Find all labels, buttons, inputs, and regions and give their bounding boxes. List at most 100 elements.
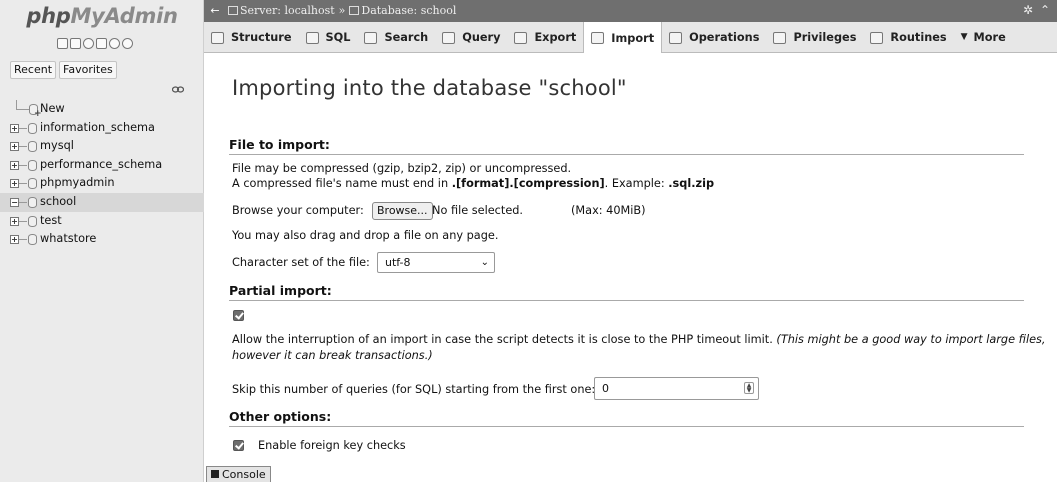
skip-queries-input[interactable]: 0 ▲ ▼	[594, 377, 759, 400]
database-icon	[28, 178, 37, 190]
compression-note: File may be compressed (gzip, bzip2, zip…	[232, 162, 572, 175]
allow-interrupt-text: Allow the interruption of an import in c…	[232, 333, 1046, 346]
expand-icon[interactable]: +	[10, 179, 19, 189]
tree-item-database[interactable]: + information_schema	[8, 119, 204, 138]
tab-import[interactable]: Import	[583, 22, 663, 54]
browse-button[interactable]: Browse...	[372, 202, 433, 220]
navigation-sidebar: phpMyAdmin Recent Favorites + New + infor…	[0, 0, 204, 482]
other-options-heading: Other options:	[229, 409, 1024, 427]
tree-item-label[interactable]: school	[40, 195, 76, 208]
tree-item-database[interactable]: + whatstore	[8, 230, 204, 249]
recent-favorites-tabs: Recent Favorites	[10, 61, 117, 79]
tab-label: SQL	[325, 31, 351, 44]
allow-interrupt-label: Allow the interruption of an import in c…	[232, 333, 777, 346]
tab-operations[interactable]: Operations	[662, 22, 766, 53]
tab-label: Query	[462, 31, 501, 44]
browse-label: Browse your computer:	[232, 204, 364, 217]
filename-example: .sql.zip	[668, 177, 715, 190]
tab-structure[interactable]: Structure	[204, 22, 299, 53]
docs-icon[interactable]	[96, 38, 107, 49]
tab-query[interactable]: Query	[435, 22, 507, 53]
expand-icon[interactable]: +	[10, 142, 19, 152]
collapse-top-menu-icon[interactable]: ⌃	[1040, 4, 1052, 16]
allow-interrupt-text-cont: however it can break transactions.)	[232, 349, 433, 362]
filename-example-prefix: . Example:	[604, 177, 669, 190]
tree-item-label[interactable]: phpmyadmin	[40, 176, 115, 189]
partial-import-heading: Partial import:	[229, 283, 1024, 301]
tree-connector	[19, 127, 27, 129]
no-file-selected-text: No file selected.	[432, 204, 524, 217]
sql-icon	[305, 31, 319, 44]
breadcrumb-database[interactable]: Database: school	[361, 4, 456, 17]
allow-interrupt-note-2: however it can break transactions.)	[232, 349, 433, 362]
tree-item-database[interactable]: + test	[8, 212, 204, 231]
skip-queries-value: 0	[602, 382, 609, 395]
query-icon	[442, 31, 456, 44]
tree-connector	[19, 164, 27, 166]
tab-search[interactable]: Search	[357, 22, 435, 53]
tab-label: Import	[611, 31, 655, 45]
console-icon	[211, 470, 219, 478]
tree-item-label[interactable]: test	[40, 214, 62, 227]
charset-value: utf-8	[385, 256, 411, 269]
tree-item-new[interactable]: + New	[8, 100, 204, 119]
tab-label: Structure	[231, 31, 292, 44]
tab-export[interactable]: Export	[507, 22, 583, 53]
database-icon	[28, 122, 37, 134]
allow-interrupt-checkbox[interactable]	[233, 310, 244, 321]
link-with-main-panel-icon[interactable]	[172, 86, 184, 93]
collapse-icon[interactable]: −	[10, 197, 19, 207]
charset-select[interactable]: utf-8 ⌄	[377, 252, 495, 273]
tree-item-label[interactable]: performance_schema	[40, 158, 162, 171]
logo-text-php: php	[26, 4, 71, 28]
collapse-sidebar-arrow-icon[interactable]: ←	[208, 0, 222, 22]
breadcrumb-server[interactable]: Server: localhost	[240, 4, 335, 17]
expand-icon[interactable]: +	[10, 160, 19, 170]
reload-icon[interactable]	[122, 38, 133, 49]
filename-note: A compressed file's name must end in .[f…	[232, 177, 714, 190]
tab-label: Search	[384, 31, 429, 44]
tree-item-database[interactable]: + mysql	[8, 137, 204, 156]
foreign-key-checks-checkbox[interactable]	[233, 440, 244, 451]
expand-icon[interactable]: +	[10, 235, 19, 245]
recent-button[interactable]: Recent	[10, 61, 57, 79]
tab-routines[interactable]: Routines	[863, 22, 953, 53]
file-to-import-heading: File to import:	[229, 137, 1024, 155]
database-icon	[349, 6, 360, 15]
database-icon[interactable]	[70, 38, 81, 49]
favorites-button[interactable]: Favorites	[59, 61, 117, 79]
tree-connector	[16, 100, 29, 110]
search-icon	[364, 31, 378, 44]
tree-item-database[interactable]: + performance_schema	[8, 156, 204, 175]
tree-item-label[interactable]: whatstore	[40, 232, 96, 245]
tree-item-database[interactable]: + phpmyadmin	[8, 174, 204, 193]
console-bar: Console	[204, 465, 1057, 482]
number-spinner-icon[interactable]: ▲ ▼	[744, 382, 754, 394]
expand-icon[interactable]: +	[10, 123, 19, 133]
settings-gear-icon[interactable]: ✲	[1023, 4, 1035, 16]
tree-item-label[interactable]: mysql	[40, 139, 74, 152]
chevron-down-icon: ▼	[960, 32, 968, 42]
expand-icon[interactable]: +	[10, 216, 19, 226]
home-icon[interactable]	[57, 38, 68, 49]
export-icon	[514, 31, 528, 44]
help-icon[interactable]	[83, 38, 94, 49]
tab-more[interactable]: ▼ More	[954, 22, 1013, 53]
phpmyadmin-logo[interactable]: phpMyAdmin	[0, 4, 204, 28]
database-icon	[28, 159, 37, 171]
foreign-key-checks-label[interactable]: Enable foreign key checks	[258, 439, 406, 452]
tab-privileges[interactable]: Privileges	[766, 22, 863, 53]
database-icon	[28, 234, 37, 246]
database-icon	[28, 141, 37, 153]
structure-icon	[211, 31, 224, 44]
drag-drop-note: You may also drag and drop a file on any…	[232, 229, 499, 242]
chevron-down-icon: ⌄	[480, 257, 489, 268]
tab-sql[interactable]: SQL	[299, 22, 358, 53]
settings-icon[interactable]	[109, 38, 120, 49]
tree-item-label[interactable]: information_schema	[40, 121, 155, 134]
routines-icon	[870, 31, 884, 44]
operations-icon	[669, 31, 683, 44]
tree-item-database[interactable]: − school	[0, 192, 204, 212]
allow-interrupt-note-1: (This might be a good way to import larg…	[776, 333, 1046, 346]
console-toggle[interactable]: Console	[206, 466, 271, 482]
